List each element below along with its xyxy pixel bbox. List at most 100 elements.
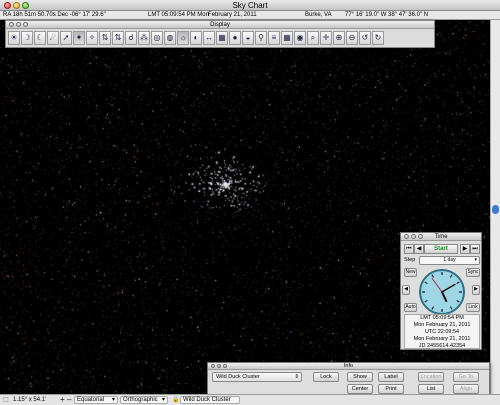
step-back-button[interactable]: ◀ xyxy=(402,285,410,295)
close-button[interactable] xyxy=(404,234,409,239)
object-selector-value: Wild Duck Cluster xyxy=(183,397,231,403)
magnifier-icon[interactable]: ⌕ xyxy=(307,31,319,45)
center-button[interactable]: Center xyxy=(347,384,373,394)
nebula-icon[interactable]: ◍ xyxy=(164,31,176,45)
display-palette-title: Display xyxy=(210,22,230,28)
julian-date: JD 2455614.42354 xyxy=(418,343,466,349)
auto-button[interactable]: Auto xyxy=(404,303,417,312)
projection-select[interactable]: Orthographic ▾ xyxy=(120,396,168,404)
goto-button[interactable]: Go To xyxy=(453,372,479,382)
frame-icon: ⬚ xyxy=(3,397,9,403)
rotate-icon[interactable]: ◐ xyxy=(190,31,202,45)
refresh-icon[interactable]: ↻ xyxy=(372,31,384,45)
constellation-icon[interactable]: ✦ xyxy=(73,31,85,45)
link-button[interactable]: Link xyxy=(466,303,480,312)
show-label: Show xyxy=(353,374,367,380)
scroll-knob[interactable] xyxy=(492,205,499,214)
dss-image-icon[interactable]: ▦ xyxy=(216,31,228,45)
galaxy-icon[interactable]: ◎ xyxy=(151,31,163,45)
frame-select-value: Equatorial xyxy=(77,397,105,403)
object-selector[interactable]: Wild Duck Cluster xyxy=(180,396,240,404)
minimize-button[interactable] xyxy=(411,234,416,239)
ecliptic-icon[interactable]: ⚲ xyxy=(255,31,267,45)
comet-icon[interactable]: ☄ xyxy=(47,31,59,45)
step-forward-button[interactable]: ▶ xyxy=(472,285,480,295)
up-down-arrows-icon[interactable]: ⇅ xyxy=(99,31,111,45)
auto-label: Auto xyxy=(405,304,416,310)
zoom-button[interactable] xyxy=(23,22,28,27)
utc-time: UTC 22:09:54 xyxy=(424,329,460,335)
grid-lines-icon[interactable]: ≡ xyxy=(268,31,280,45)
align-button[interactable]: Align xyxy=(453,384,479,394)
frame-select[interactable]: Equatorial ▾ xyxy=(74,396,118,404)
telescope-icon[interactable]: ☌ xyxy=(125,31,137,45)
zoom-button[interactable] xyxy=(22,2,29,9)
milky-way-icon[interactable]: ● xyxy=(229,31,241,45)
new-button[interactable]: New xyxy=(404,268,417,277)
status-time: LMT 05:09:54 PM Mon xyxy=(148,12,209,18)
label-label: Label xyxy=(384,374,398,380)
label-button[interactable]: Label xyxy=(378,372,404,382)
object-select[interactable]: Wild Duck Cluster ⇕ xyxy=(212,372,302,382)
zoom-plus-button[interactable]: + xyxy=(60,395,65,405)
print-label: Print xyxy=(385,386,397,392)
arrows-icon[interactable]: ⇅ xyxy=(112,31,124,45)
close-button[interactable] xyxy=(211,364,215,368)
lock-icon: 🔒 xyxy=(172,397,180,403)
moon-icon[interactable]: ☽ xyxy=(21,31,33,45)
close-button[interactable] xyxy=(4,2,11,9)
zoom-out-icon[interactable]: ⊖ xyxy=(346,31,358,45)
step-label: Step xyxy=(404,257,416,263)
status-date: February 21, 2011 xyxy=(208,12,257,18)
reset-icon[interactable]: ↺ xyxy=(359,31,371,45)
forward-button[interactable]: ▶ xyxy=(460,244,470,254)
sun-icon[interactable]: ☀ xyxy=(8,31,20,45)
step-value: 1 day xyxy=(443,257,456,263)
stars-icon[interactable]: ✧ xyxy=(86,31,98,45)
display-palette-controls[interactable] xyxy=(9,22,28,27)
window-controls[interactable] xyxy=(4,2,29,9)
display-palette-titlebar: Display xyxy=(6,21,434,29)
step-select[interactable]: 1 day ▾ xyxy=(419,256,480,265)
lock-label: Lock xyxy=(320,374,332,380)
object-select-value: Wild Duck Cluster xyxy=(216,374,260,380)
show-button[interactable]: Show xyxy=(347,372,373,382)
forward-fast-button[interactable]: ⏭ xyxy=(470,244,480,254)
start-button[interactable]: Start xyxy=(424,244,458,254)
sync-label: Sync xyxy=(467,269,479,275)
zoom-button[interactable] xyxy=(418,234,423,239)
chevron-down-icon: ▾ xyxy=(474,257,477,263)
zoom-in-icon[interactable]: ⊕ xyxy=(333,31,345,45)
eye-icon[interactable]: ◉ xyxy=(294,31,306,45)
minimize-button[interactable] xyxy=(13,2,20,9)
sync-button[interactable]: Sync xyxy=(466,268,480,277)
horizon-icon[interactable]: ◒ xyxy=(242,31,254,45)
location-label: Location xyxy=(420,374,442,380)
vertical-scrollbar[interactable] xyxy=(490,20,500,394)
crosshair-icon[interactable]: ✛ xyxy=(320,31,332,45)
flip-icon[interactable]: ↔ xyxy=(203,31,215,45)
cluster-icon[interactable]: ⁂ xyxy=(138,31,150,45)
rewind-button[interactable]: ◀ xyxy=(414,244,424,254)
grid-icon[interactable]: ▦ xyxy=(281,31,293,45)
location-button[interactable]: Location xyxy=(418,372,444,382)
minimize-button[interactable] xyxy=(16,22,21,27)
zoom-button[interactable] xyxy=(223,364,227,368)
status-bar: RA 18h 51m 50.70s Dec -06° 17' 29.6" LMT… xyxy=(0,11,500,20)
crescent-icon[interactable]: ☾ xyxy=(34,31,46,45)
rewind-fast-button[interactable]: ⏮ xyxy=(404,244,414,254)
close-button[interactable] xyxy=(9,22,14,27)
zoom-minus-button[interactable]: – xyxy=(67,395,71,405)
lock-button[interactable]: Lock xyxy=(313,372,339,382)
display-toolbar: ☀ ☽ ☾ ☄ ➚ ✦ ✧ ⇅ ⇅ ☌ ⁂ ◎ ◍ ☼ ◐ ↔ ▦ ● ◒ ⚲ ≡ ▦ ◉ ⌕ ✛ ⊕ ⊖ ↺ ↻ xyxy=(6,29,434,47)
projection-select-value: Orthographic xyxy=(123,397,158,403)
time-palette-controls[interactable] xyxy=(404,234,423,239)
list-button[interactable]: List xyxy=(418,384,444,394)
info-palette-controls[interactable] xyxy=(211,364,227,368)
minimize-button[interactable] xyxy=(217,364,221,368)
time-palette-title: Time xyxy=(434,234,448,240)
window-titlebar: Sky Chart xyxy=(0,0,500,11)
pointer-icon[interactable]: ➚ xyxy=(60,31,72,45)
brightness-icon[interactable]: ☼ xyxy=(177,31,189,45)
print-button[interactable]: Print xyxy=(378,384,404,394)
